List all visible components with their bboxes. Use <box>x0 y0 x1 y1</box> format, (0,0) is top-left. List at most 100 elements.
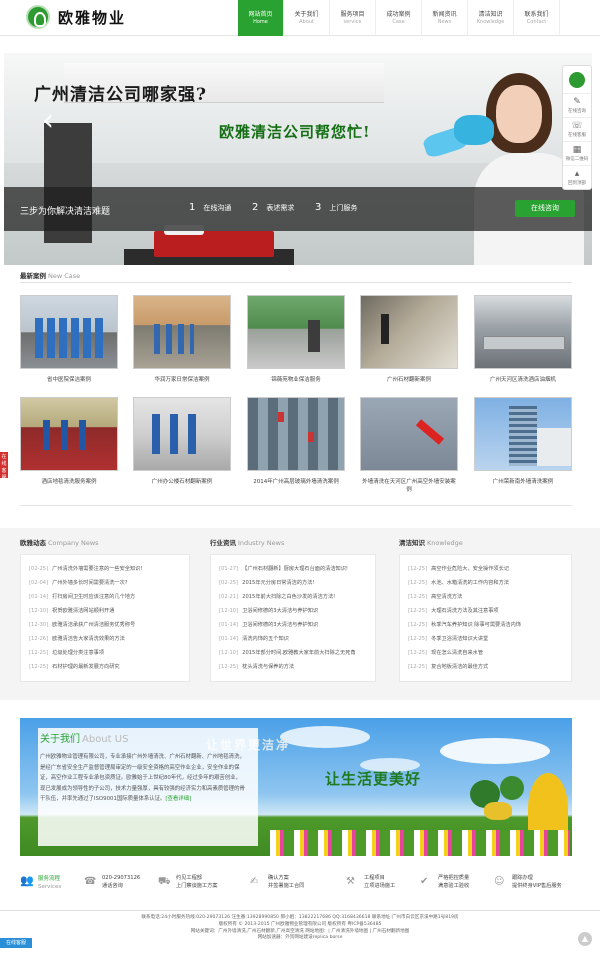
industry-news-heading[interactable]: 行业资讯 Industry News <box>210 537 284 547</box>
back-to-top-icon[interactable]: ▲ <box>578 932 592 946</box>
footer-copyright: 版权所有 © 2013-2015 广州欧雅物业管理有限公司 版权所有 粤ICP备… <box>218 921 382 927</box>
floating-service-tab[interactable]: 在线客服 <box>0 452 8 481</box>
about-section: 让世界更洁净 让生活更美好 关于我们About US 广州欧雅物业管理有限公司，… <box>20 718 572 856</box>
list-item[interactable]: [02-25] 2015年元分房日常清洁的方法! <box>219 579 315 586</box>
case-item[interactable]: 华润万家日常保洁案例 <box>133 295 231 383</box>
footer-links[interactable]: 网站加速器：外贸网站建设replica borse <box>0 935 600 942</box>
about-title: 关于我们 About US <box>40 734 129 745</box>
qrcode-icon: ▦ <box>572 145 582 155</box>
service-step: ⛟ 约见工程部 上门察谈施工方案 <box>158 875 218 889</box>
site-logo[interactable]: 欧雅物业 <box>26 4 126 30</box>
side-item-service[interactable]: ☏ 在线客服 <box>563 118 591 142</box>
service-step: ✔ 严格把控质量 满意验工验收 <box>420 875 470 889</box>
list-item[interactable]: [12-25] 垃圾处理分类注意事项 <box>29 649 104 656</box>
divider <box>20 282 572 283</box>
floating-service-button[interactable]: 在线客服 <box>0 938 32 948</box>
company-news-list: [02-25] 广州清洗外墙需要注意的一些安全知识! [02-04] 广州外墙多长时… <box>20 554 190 682</box>
knowledge-list: [12-25] 高空作业危险大，安全操作须长记 [12-25] 水池、水箱清洗的工作… <box>399 554 572 682</box>
list-item[interactable]: [02-04] 广州外墙多长时间需要清洗一次? <box>29 579 128 586</box>
about-slogan-2: 让生活更美好 <box>325 770 422 788</box>
nav-item-about[interactable]: 关于我们 About <box>284 0 330 36</box>
main-nav: 网站首页 Home 关于我们 About 服务项目 service 成功案例 Case … <box>238 0 560 36</box>
side-toolbar: ✎ 在线咨询 ☏ 在线客服 ▦ 微信二维码 ▴ 回到顶部 <box>562 65 592 190</box>
service-process-label: 👥 服务流程 Services <box>20 874 62 890</box>
list-item[interactable]: [12-30] 欧雅清洁承获广州清洁服务优秀称号 <box>29 621 135 628</box>
step-1: 1 在线沟通 <box>189 202 232 213</box>
nav-item-knowledge[interactable]: 清洁知识 Knowledge <box>468 0 514 36</box>
list-item[interactable]: [12-25] 大理石清洗方法及其注意事项 <box>408 607 499 614</box>
cases-heading: 最新案例 New Case <box>20 272 81 280</box>
steps-bar: 三步为你解决清洁难题 1 在线沟通 2 表述需求 3 上门服务 <box>4 187 592 231</box>
service-step: ✍ 确认方案 并签署施工合同 <box>250 875 305 889</box>
list-item[interactable]: [12-25] 秋季汽车养护知识 除事可需要清洁内饰 <box>408 621 521 628</box>
case-item[interactable]: 广州荣新南外墙清洗案例 <box>474 397 572 485</box>
top-icon: ▴ <box>574 169 580 179</box>
logo-leaf-icon <box>26 5 50 29</box>
list-item[interactable]: [12-25] 现在怎么清洗自来水管 <box>408 649 483 656</box>
list-item[interactable]: [12-25] 水池、水箱清洗的工作内容和方法 <box>408 579 509 586</box>
list-item[interactable]: [12-25] 冬季卫浴清洁知识大讲堂 <box>408 635 488 642</box>
list-item[interactable]: [01-14] 清洗内饰的五个知识 <box>219 635 289 642</box>
logo-text: 欧雅物业 <box>58 8 127 27</box>
list-item[interactable]: [12-25] 石材护理的最新发展方向研究 <box>29 663 120 670</box>
case-item[interactable]: 酒店地毯清洗服务案例 <box>20 397 118 485</box>
list-item[interactable]: [12-10] 卫浴间修德的3大清洁与养护知识 <box>219 607 318 614</box>
phone-icon: ☎ <box>84 876 97 887</box>
logo-leaf-icon <box>569 71 585 88</box>
butterfly-image <box>484 802 512 820</box>
banner-slogan-2: 欧雅清洁公司帮您忙! <box>219 123 371 141</box>
service-icon: ☺ <box>494 876 505 887</box>
banner-slogan-1: 广州清洁公司哪家强? <box>34 85 207 105</box>
about-more-link[interactable]: [查看详细] <box>165 796 191 802</box>
case-item[interactable]: 广州石材翻新案例 <box>360 295 458 383</box>
site-footer: 联系电话:24小时服务热线:020-29073126 汪生番:139289908… <box>0 910 600 958</box>
list-item[interactable]: [12-25] 高空作业危险大，安全操作须长记 <box>408 565 509 572</box>
list-item[interactable]: [01-14] 卫浴间修德的3大清洁与养护知识 <box>219 621 318 628</box>
divider <box>20 505 572 506</box>
side-item-top[interactable]: ▴ 回到顶部 <box>563 166 591 190</box>
nav-item-news[interactable]: 新闻资讯 News <box>422 0 468 36</box>
chat-icon: ✎ <box>573 97 581 107</box>
step-3: 3 上门服务 <box>315 202 358 213</box>
nav-item-home[interactable]: 网站首页 Home <box>238 0 284 36</box>
steps-title: 三步为你解决清洁难题 <box>20 207 111 217</box>
service-step: ☺ 跟踪办理 提供终身VIP售后服务 <box>494 875 562 889</box>
company-news-heading[interactable]: 欧雅动态 Company News <box>20 537 99 547</box>
car-icon: ⛟ <box>158 876 171 887</box>
case-item[interactable]: 广州办公楼石材翻新案例 <box>133 397 231 485</box>
service-process-bar: 👥 服务流程 Services ☎ 020-29073126 通话咨询 ⛟ 约见工程部上… <box>20 872 572 898</box>
step-2: 2 表述需求 <box>252 202 295 213</box>
side-item-qrcode[interactable]: ▦ 微信二维码 <box>563 142 591 166</box>
list-item[interactable]: [12-10] 2015年部分时间,欧雅教大家年前大扫除之无死角 <box>219 649 356 656</box>
list-item[interactable]: [12-10] 祝贺欧雅清洁网站顺利开通 <box>29 607 114 614</box>
nav-item-case[interactable]: 成功案例 Case <box>376 0 422 36</box>
case-item[interactable]: 省中医院保洁案例 <box>20 295 118 383</box>
consult-online-button[interactable]: 在线咨询 <box>515 200 575 217</box>
side-item-chat[interactable]: ✎ 在线咨询 <box>563 94 591 118</box>
list-item[interactable]: [12-25] 枕头清洗与保养的方法 <box>219 663 294 670</box>
list-item[interactable]: [01-14] 打扫房间卫生时应该注意的几个地方 <box>29 593 135 600</box>
case-item[interactable]: 外墙清洗在天河区广州高空外墙安装案例 <box>360 397 458 493</box>
site-header: 欧雅物业 网站首页 Home 关于我们 About 服务项目 service 成功案例… <box>0 0 600 36</box>
case-item[interactable]: 广州天河区清洗酒店油烟机 <box>474 295 572 383</box>
list-item[interactable]: [02-21] 2015年前大扫除之白色沙发的清洁方法! <box>219 593 335 600</box>
nav-item-contact[interactable]: 联系我们 Contact <box>514 0 560 36</box>
footer-contact: 联系电话:24小时服务热线:020-29073126 汪生番:139289908… <box>141 915 459 920</box>
list-item[interactable]: [01-27] 【广州石材翻新】厨房大理石台面的清洁知识! <box>219 565 348 572</box>
handshake-icon: ✍ <box>250 876 259 887</box>
case-item[interactable]: 2014年广州高层玻璃外墙清洗案例 <box>247 397 345 485</box>
nav-item-service[interactable]: 服务项目 service <box>330 0 376 36</box>
list-item[interactable]: [12-25] 高空清洗方法 <box>408 593 462 600</box>
hero-banner: 广州清洁公司哪家强? 欧雅清洁公司帮您忙! ‹ 三步为你解决清洁难题 1 在线沟通… <box>4 53 592 265</box>
tools-icon: ⚒ <box>346 876 355 887</box>
people-icon: 👥 <box>20 874 34 887</box>
service-step: ☎ 020-29073126 通话咨询 <box>84 875 141 889</box>
check-icon: ✔ <box>420 876 429 887</box>
list-item[interactable]: [12-26] 欧雅清洁告大家清洗效果的方法 <box>29 635 125 642</box>
list-item[interactable]: [12-25] 复合地板清洁的最佳方式 <box>408 663 488 670</box>
tree-image <box>500 776 524 800</box>
knowledge-heading[interactable]: 清洁知识 Knowledge <box>399 537 463 547</box>
list-item[interactable]: [02-25] 广州清洗外墙需要注意的一些安全知识! <box>29 565 142 572</box>
banner-prev-arrow-icon[interactable]: ‹ <box>42 103 64 139</box>
case-item[interactable]: 锦薇苑物业保洁服务 <box>247 295 345 383</box>
